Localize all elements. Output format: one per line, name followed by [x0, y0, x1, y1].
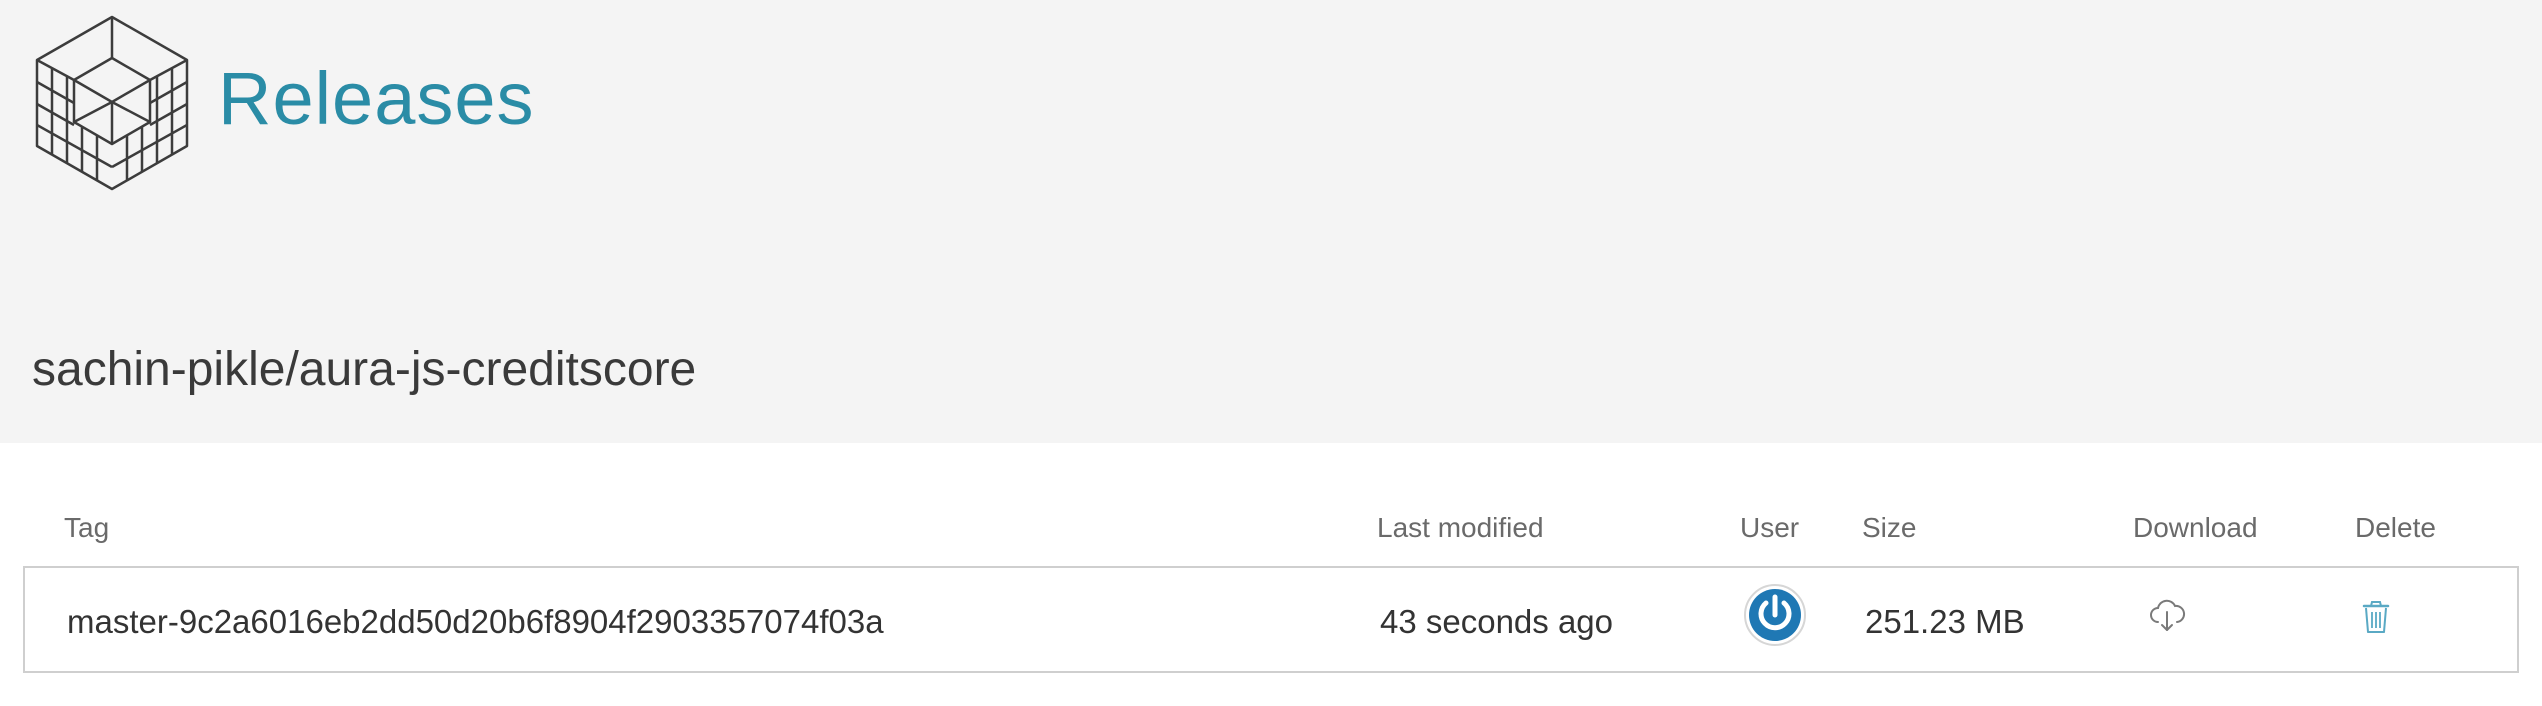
column-header-download: Download — [2133, 512, 2258, 543]
page-header: Releases sachin-pikle/aura-js-creditscor… — [0, 0, 2542, 443]
cube-logo-icon — [35, 15, 189, 191]
release-tag: master-9c2a6016eb2dd50d20b6f8904f2903357… — [67, 603, 884, 640]
column-header-tag: Tag — [64, 512, 110, 543]
page-title: Releases — [218, 57, 535, 140]
repository-name: sachin-pikle/aura-js-creditscore — [32, 343, 697, 396]
last-modified-value: 43 seconds ago — [1380, 603, 1614, 640]
release-size: 251.23 MB — [1865, 603, 2025, 640]
column-header-last-modified: Last modified — [1377, 512, 1544, 543]
column-header-delete: Delete — [2355, 512, 2436, 543]
column-header-size: Size — [1862, 512, 1917, 543]
table-row: master-9c2a6016eb2dd50d20b6f8904f2903357… — [23, 566, 2519, 673]
cloud-download-icon[interactable] — [2147, 596, 2187, 636]
trash-icon[interactable] — [2356, 596, 2396, 636]
power-icon — [1744, 584, 1806, 646]
column-header-user: User — [1740, 512, 1800, 543]
